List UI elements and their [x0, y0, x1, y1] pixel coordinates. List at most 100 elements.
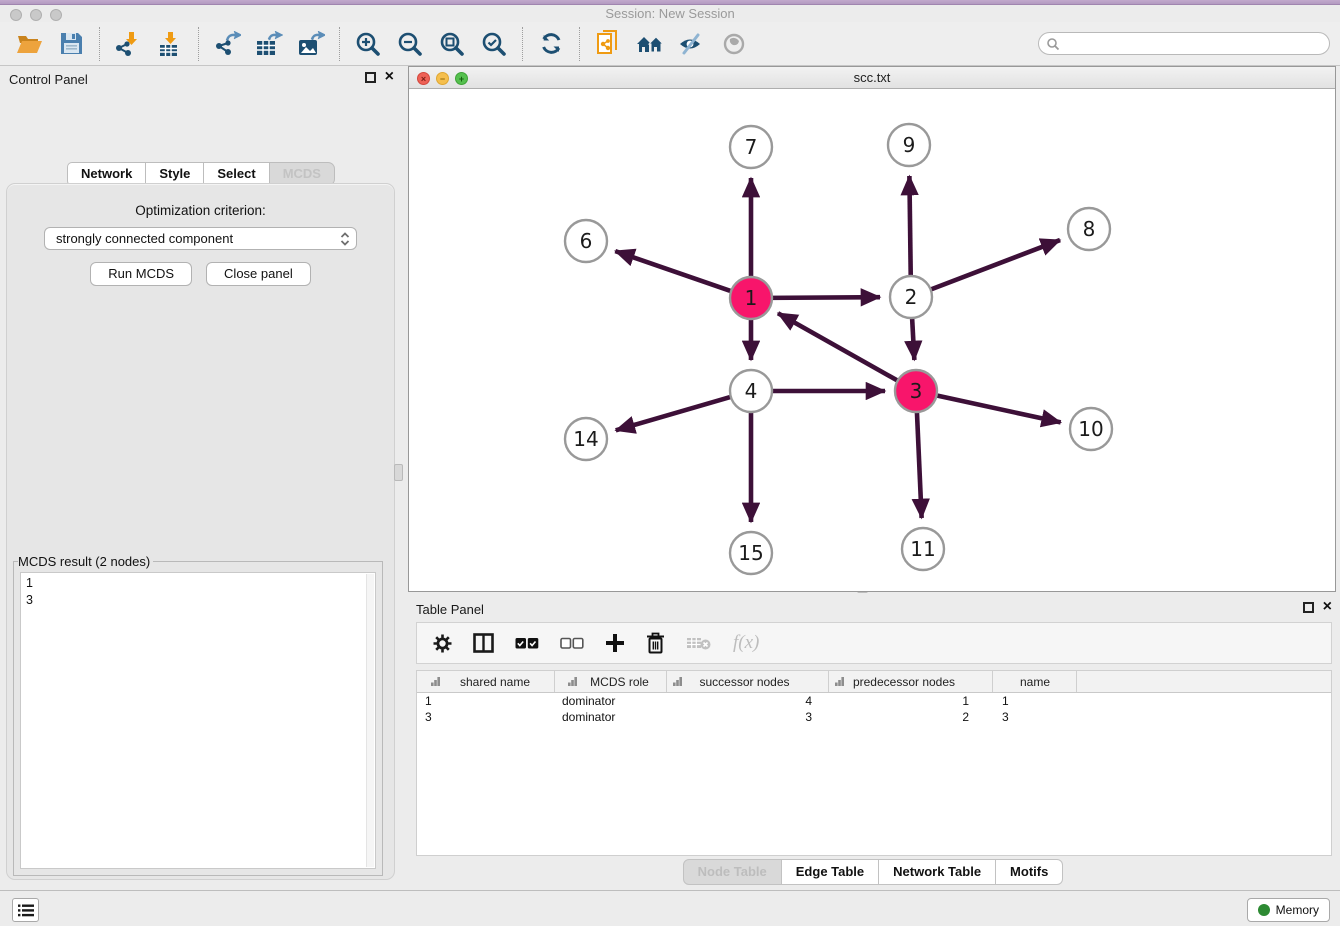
tab-motifs[interactable]: Motifs [996, 859, 1063, 885]
cell-name[interactable]: 3 [993, 709, 1077, 725]
import-table-button[interactable] [149, 25, 191, 63]
cell-shared-name[interactable]: 3 [417, 709, 555, 725]
import-network-button[interactable] [107, 25, 149, 63]
splitter-handle[interactable] [394, 464, 403, 481]
zoom-out-button[interactable] [389, 25, 431, 63]
table-row[interactable]: 3 dominator 3 2 3 [417, 709, 1331, 725]
column-header-shared-name[interactable]: shared name [417, 671, 555, 692]
cell-shared-name[interactable]: 1 [417, 693, 555, 709]
toolbar-separator [579, 27, 580, 61]
mcds-result-group: MCDS result (2 nodes) 1 3 [13, 554, 383, 876]
cell-mcds-role[interactable]: dominator [555, 693, 667, 709]
float-panel-icon[interactable] [1303, 602, 1314, 613]
cell-successor-nodes[interactable]: 4 [667, 693, 829, 709]
network-view-window: × − + scc.txt 7968124314101511 [408, 66, 1336, 592]
export-table-button[interactable] [248, 25, 290, 63]
task-history-button[interactable] [12, 898, 39, 922]
column-header-successor-nodes[interactable]: successor nodes [667, 671, 829, 692]
import-network-icon [115, 31, 141, 57]
column-header-mcds-role[interactable]: MCDS role [555, 671, 667, 692]
graph-edge-2-9[interactable] [909, 176, 910, 278]
tab-edge-table[interactable]: Edge Table [782, 859, 879, 885]
search-input[interactable] [1060, 35, 1329, 53]
deselect-all-icon[interactable] [560, 637, 584, 650]
main-toolbar [0, 22, 1340, 66]
cell-predecessor-nodes[interactable]: 1 [829, 693, 993, 709]
show-all-button[interactable] [713, 25, 755, 63]
column-header-name[interactable]: name [993, 671, 1077, 692]
float-panel-icon[interactable] [365, 72, 376, 83]
graph-edge-4-14[interactable] [616, 396, 733, 430]
sort-icon [672, 676, 683, 687]
first-neighbors-button[interactable] [629, 25, 671, 63]
stepper-chevrons-icon [340, 231, 350, 253]
zoom-selected-button[interactable] [473, 25, 515, 63]
column-selector-icon[interactable] [473, 633, 494, 653]
mcds-result-list[interactable]: 1 3 [20, 572, 376, 869]
hide-selected-button[interactable] [671, 25, 713, 63]
toolbar-separator [198, 27, 199, 61]
cell-mcds-role[interactable]: dominator [555, 709, 667, 725]
result-line: 3 [26, 592, 363, 609]
control-panel-title: Control Panel [9, 72, 88, 87]
graph-node-label-6: 6 [580, 229, 593, 253]
graph-edge-3-1[interactable] [778, 313, 899, 381]
export-table-icon [255, 31, 283, 57]
open-session-button[interactable] [8, 25, 50, 63]
network-canvas[interactable]: 7968124314101511 [409, 89, 1335, 591]
graph-node-label-8: 8 [1083, 217, 1096, 241]
delete-table-icon[interactable] [686, 635, 712, 651]
criterion-dropdown[interactable]: strongly connected component [44, 227, 357, 250]
table-panel-title: Table Panel [416, 602, 484, 617]
optimization-criterion-label: Optimization criterion: [7, 203, 394, 218]
close-panel-button[interactable]: Close panel [206, 262, 311, 286]
settings-gear-icon[interactable] [433, 634, 452, 653]
sort-icon [567, 676, 578, 687]
table-toolbar: f(x) [416, 622, 1332, 664]
tab-node-table[interactable]: Node Table [683, 859, 782, 885]
clone-network-button[interactable] [587, 25, 629, 63]
header-filler [1077, 671, 1331, 692]
close-panel-icon[interactable]: × [1323, 601, 1332, 613]
window-titlebar: Session: New Session [0, 0, 1340, 22]
zoom-in-button[interactable] [347, 25, 389, 63]
import-table-icon [157, 31, 183, 57]
mcds-result-title: MCDS result (2 nodes) [18, 554, 153, 569]
zoom-in-icon [355, 31, 381, 57]
zoom-selected-icon [481, 31, 507, 57]
graph-edge-2-3[interactable] [912, 316, 914, 360]
cell-name[interactable]: 1 [993, 693, 1077, 709]
eye-icon [721, 33, 747, 55]
table-row[interactable]: 1 dominator 4 1 1 [417, 693, 1331, 709]
graph-edge-1-2[interactable] [770, 297, 880, 298]
refresh-layout-button[interactable] [530, 25, 572, 63]
network-graph[interactable]: 7968124314101511 [409, 89, 1335, 591]
cell-predecessor-nodes[interactable]: 2 [829, 709, 993, 725]
graph-edge-3-11[interactable] [917, 410, 922, 518]
search-icon [1046, 37, 1060, 51]
clone-network-icon [595, 30, 621, 58]
save-session-button[interactable] [50, 25, 92, 63]
graph-edge-2-8[interactable] [929, 240, 1060, 290]
export-image-button[interactable] [290, 25, 332, 63]
scrollbar[interactable] [366, 574, 374, 867]
zoom-fit-button[interactable] [431, 25, 473, 63]
column-header-predecessor-nodes[interactable]: predecessor nodes [829, 671, 993, 692]
sort-icon [430, 676, 441, 687]
network-window-titlebar[interactable]: × − + scc.txt [409, 67, 1335, 89]
graph-node-label-10: 10 [1078, 417, 1103, 441]
memory-button[interactable]: Memory [1247, 898, 1330, 922]
graph-edge-1-6[interactable] [615, 251, 733, 292]
graph-edge-3-10[interactable] [935, 395, 1061, 422]
close-panel-icon[interactable]: × [385, 71, 394, 83]
result-line: 1 [26, 575, 363, 592]
cell-successor-nodes[interactable]: 3 [667, 709, 829, 725]
select-all-icon[interactable] [515, 637, 539, 650]
run-mcds-button[interactable]: Run MCDS [90, 262, 192, 286]
graph-node-label-7: 7 [745, 135, 758, 159]
function-builder-icon[interactable]: f(x) [733, 632, 759, 654]
add-column-icon[interactable] [605, 633, 625, 653]
export-network-button[interactable] [206, 25, 248, 63]
delete-column-icon[interactable] [646, 632, 665, 654]
tab-network-table[interactable]: Network Table [879, 859, 996, 885]
